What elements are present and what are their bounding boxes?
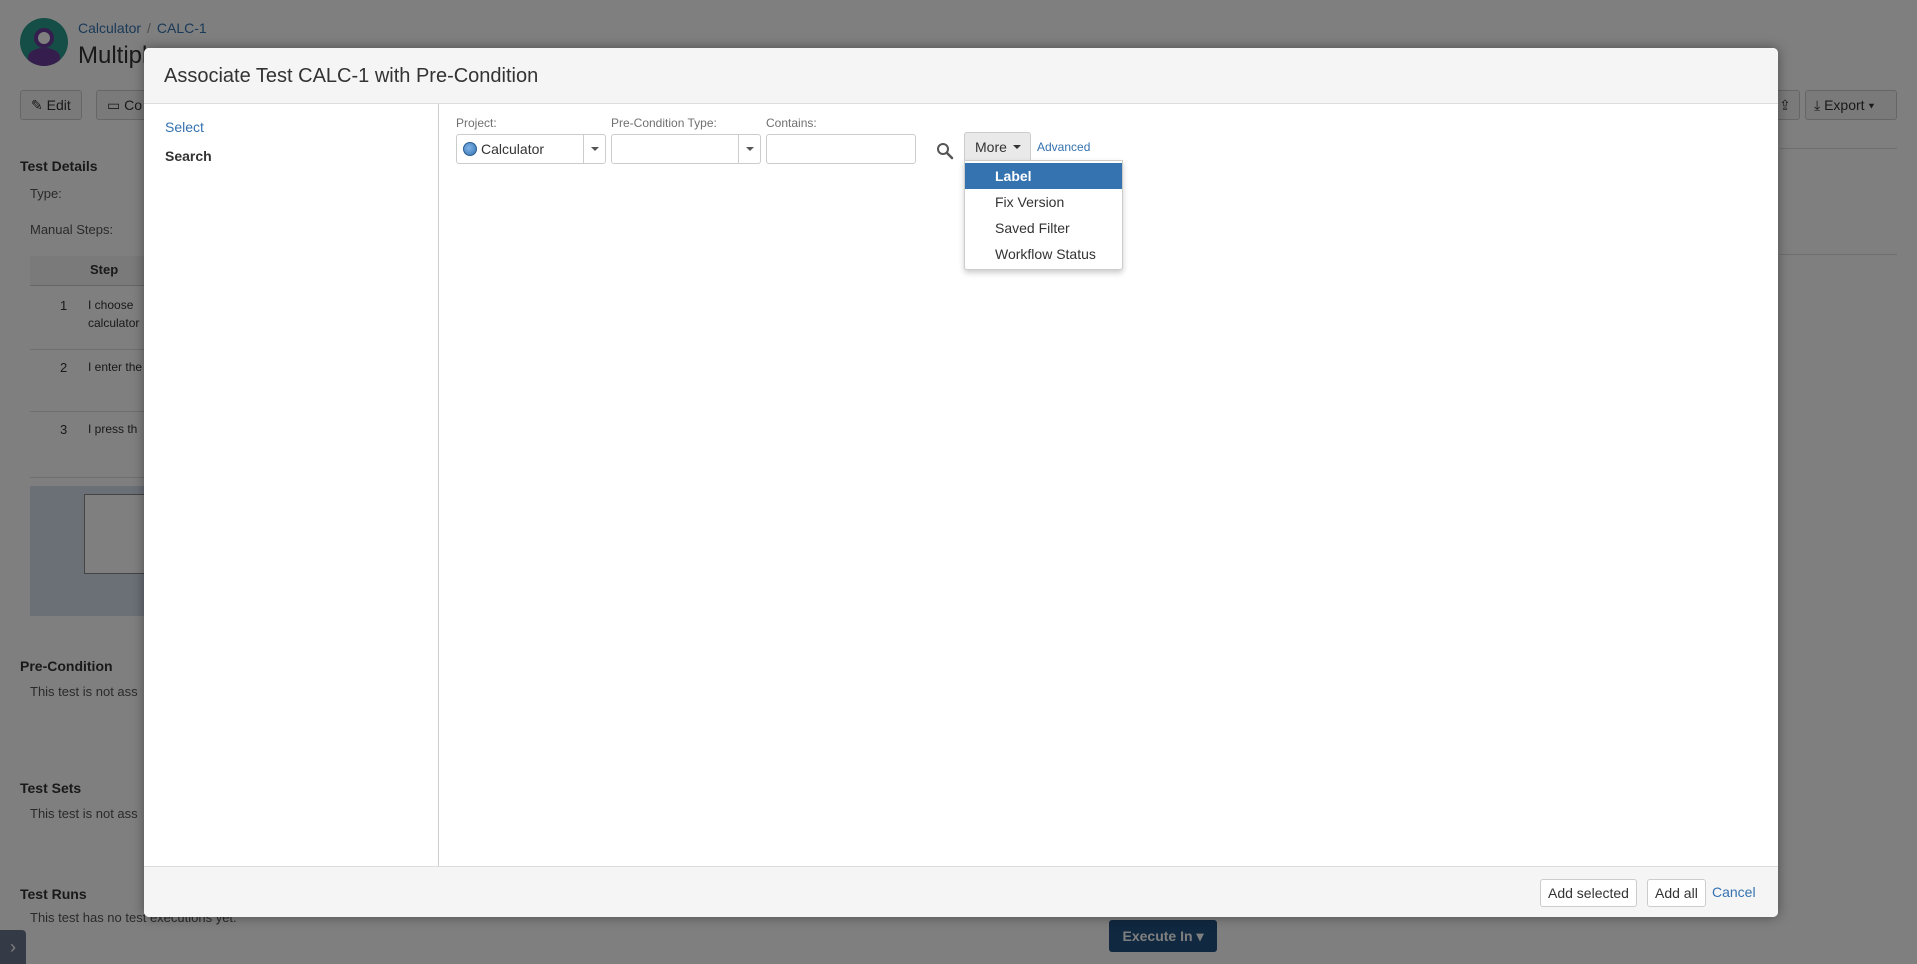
associate-precondition-dialog: Associate Test CALC-1 with Pre-Condition… — [144, 48, 1778, 917]
dialog-body: Select Search Project: Calculator Pre-Co… — [144, 104, 1778, 866]
more-dropdown-menu: Label Fix Version Saved Filter Workflow … — [964, 160, 1123, 270]
precondition-type-select[interactable] — [611, 134, 761, 164]
dialog-title: Associate Test CALC-1 with Pre-Condition — [164, 65, 539, 87]
add-selected-button[interactable]: Add selected — [1540, 879, 1637, 907]
project-globe-icon — [463, 142, 477, 156]
precondition-type-field: Pre-Condition Type: — [611, 116, 761, 164]
project-dropdown-toggle[interactable] — [583, 135, 605, 163]
menu-item-label[interactable]: Label — [965, 163, 1122, 189]
dialog-header: Associate Test CALC-1 with Pre-Condition — [144, 48, 1778, 104]
chevron-down-icon — [1012, 145, 1021, 149]
nav-search[interactable]: Search — [165, 147, 417, 166]
project-label: Project: — [456, 116, 497, 130]
project-field: Project: Calculator — [456, 116, 606, 164]
contains-field: Contains: — [766, 116, 916, 164]
chevron-down-icon — [745, 147, 754, 151]
nav-select[interactable]: Select — [165, 118, 417, 137]
chevron-down-icon — [590, 147, 599, 151]
precondition-type-dropdown-toggle[interactable] — [738, 135, 760, 163]
dialog-footer: Add selected Add all Cancel — [144, 866, 1778, 917]
precondition-type-label: Pre-Condition Type: — [611, 116, 717, 130]
contains-label: Contains: — [766, 116, 817, 130]
more-label: More — [975, 139, 1007, 155]
search-icon[interactable] — [936, 142, 954, 160]
contains-input[interactable] — [766, 134, 916, 164]
more-button[interactable]: More — [964, 132, 1031, 162]
add-all-button[interactable]: Add all — [1647, 879, 1706, 907]
cancel-link[interactable]: Cancel — [1712, 884, 1756, 900]
menu-item-workflow-status[interactable]: Workflow Status — [965, 241, 1122, 267]
search-panel: Project: Calculator Pre-Condition Type: … — [440, 104, 1778, 866]
project-value: Calculator — [481, 141, 545, 157]
menu-item-saved-filter[interactable]: Saved Filter — [965, 215, 1122, 241]
advanced-link[interactable]: Advanced — [1037, 140, 1090, 154]
project-select[interactable]: Calculator — [456, 134, 606, 164]
dialog-nav: Select Search — [144, 104, 439, 866]
menu-item-fix-version[interactable]: Fix Version — [965, 189, 1122, 215]
